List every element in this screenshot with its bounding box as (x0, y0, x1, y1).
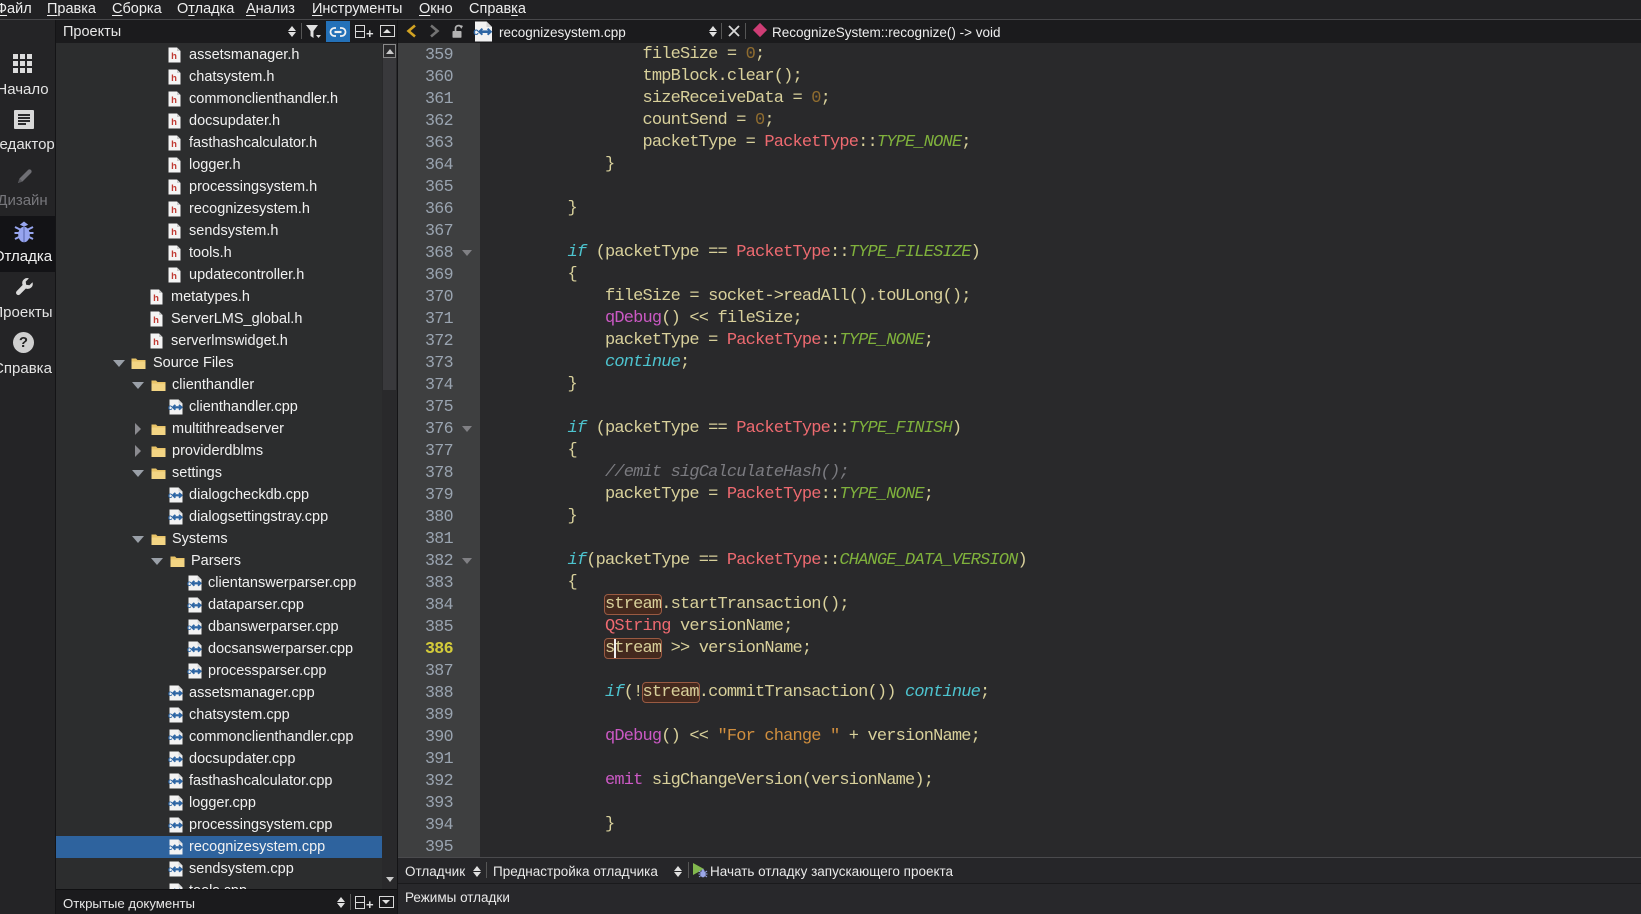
svg-text:h: h (171, 139, 177, 150)
svg-text:h: h (171, 227, 177, 238)
svg-text:h: h (153, 293, 159, 304)
svg-text:h: h (153, 315, 159, 326)
svg-text:h: h (153, 337, 159, 348)
svg-text:h: h (171, 73, 177, 84)
svg-text:h: h (171, 117, 177, 128)
svg-text:h: h (171, 271, 177, 282)
svg-text:h: h (171, 183, 177, 194)
svg-text:h: h (171, 51, 177, 62)
svg-text:h: h (171, 249, 177, 260)
svg-text:h: h (171, 95, 177, 106)
svg-text:h: h (171, 161, 177, 172)
svg-text:c: c (473, 27, 479, 38)
svg-text:h: h (171, 205, 177, 216)
